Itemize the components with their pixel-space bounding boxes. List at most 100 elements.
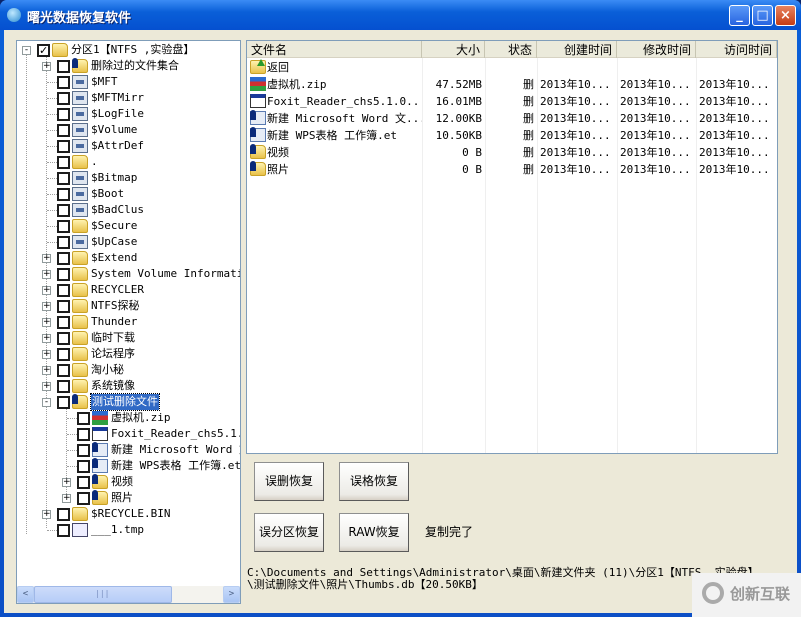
tree-item[interactable]: + NTFS探秘 bbox=[17, 298, 240, 314]
tree-item[interactable]: + 视频 bbox=[17, 474, 240, 490]
tree-checkbox[interactable] bbox=[77, 492, 90, 505]
tree-checkbox[interactable] bbox=[57, 76, 70, 89]
tree-item[interactable]: + 删除过的文件集合 bbox=[17, 58, 240, 74]
tree-checkbox[interactable] bbox=[57, 380, 70, 393]
expand-icon[interactable]: + bbox=[42, 510, 51, 519]
tree-horizontal-scrollbar[interactable]: < ||| > bbox=[17, 586, 240, 603]
tree-checkbox[interactable] bbox=[57, 108, 70, 121]
list-row[interactable]: Foxit_Reader_chs5.1.0.... 16.01MB 删 2013年10… bbox=[247, 93, 777, 110]
tree-checkbox[interactable] bbox=[57, 252, 70, 265]
undelete-recovery-button[interactable]: 误删恢复 bbox=[254, 462, 324, 501]
expand-icon[interactable]: + bbox=[42, 334, 51, 343]
tree-item[interactable]: - 测试删除文件 bbox=[17, 393, 240, 411]
expand-icon[interactable]: + bbox=[42, 366, 51, 375]
tree-checkbox[interactable] bbox=[57, 332, 70, 345]
tree-checkbox[interactable]: ✓ bbox=[37, 44, 50, 57]
tree-checkbox[interactable] bbox=[57, 316, 70, 329]
tree-checkbox[interactable] bbox=[57, 508, 70, 521]
column-header-accessed[interactable]: 访问时间 bbox=[696, 41, 777, 58]
expand-icon[interactable]: + bbox=[42, 318, 51, 327]
list-row[interactable]: 返回 bbox=[247, 59, 777, 76]
column-header-status[interactable]: 状态 bbox=[485, 41, 537, 58]
tree-item[interactable]: $UpCase bbox=[17, 234, 240, 250]
tree-item[interactable]: $Volume bbox=[17, 122, 240, 138]
tree-checkbox[interactable] bbox=[57, 348, 70, 361]
tree-item[interactable]: + 系统镜像 bbox=[17, 378, 240, 394]
tree-item[interactable]: + System Volume Information bbox=[17, 266, 240, 282]
tree-item[interactable]: + $Extend bbox=[17, 250, 240, 266]
file-list[interactable]: 文件名 大小 状态 创建时间 修改时间 访问时间 返回 虚拟机.zip 47.52MB 删 201… bbox=[246, 40, 778, 454]
scroll-thumb[interactable]: ||| bbox=[34, 586, 172, 603]
tree-checkbox[interactable] bbox=[57, 524, 70, 537]
list-row[interactable]: 照片 0 B 删 2013年10... 2013年10... 2013年10... bbox=[247, 161, 777, 178]
tree-checkbox[interactable] bbox=[57, 220, 70, 233]
expand-icon[interactable]: + bbox=[62, 478, 71, 487]
expand-icon[interactable]: + bbox=[42, 254, 51, 263]
collapse-icon[interactable]: - bbox=[22, 46, 31, 55]
column-header-name[interactable]: 文件名 bbox=[247, 41, 422, 58]
minimize-button[interactable]: _ bbox=[729, 5, 750, 26]
tree-checkbox[interactable] bbox=[57, 188, 70, 201]
expand-icon[interactable]: + bbox=[42, 270, 51, 279]
tree-item[interactable]: + 论坛程序 bbox=[17, 346, 240, 362]
tree-item[interactable]: $Boot bbox=[17, 186, 240, 202]
list-row[interactable]: 新建 WPS表格 工作簿.et 10.50KB 删 2013年10... 2013年10… bbox=[247, 127, 777, 144]
tree-checkbox[interactable] bbox=[77, 428, 90, 441]
tree-checkbox[interactable] bbox=[57, 140, 70, 153]
tree-item[interactable]: + Thunder bbox=[17, 314, 240, 330]
tree-checkbox[interactable] bbox=[57, 396, 70, 409]
column-header-modified[interactable]: 修改时间 bbox=[617, 41, 696, 58]
tree-item[interactable]: ___1.tmp bbox=[17, 522, 240, 538]
list-row[interactable]: 新建 Microsoft Word 文... 12.00KB 删 2013年10...… bbox=[247, 110, 777, 127]
tree-item[interactable]: + $RECYCLE.BIN bbox=[17, 506, 240, 522]
tree-item[interactable]: $BadClus bbox=[17, 202, 240, 218]
tree-item[interactable]: $MFTMirr bbox=[17, 90, 240, 106]
list-row[interactable]: 虚拟机.zip 47.52MB 删 2013年10... 2013年10... 2013年… bbox=[247, 76, 777, 93]
tree-item[interactable]: $Secure bbox=[17, 218, 240, 234]
tree-item[interactable]: . bbox=[17, 154, 240, 170]
tree-checkbox[interactable] bbox=[57, 236, 70, 249]
scroll-left-button[interactable]: < bbox=[17, 586, 34, 603]
tree-item[interactable]: $LogFile bbox=[17, 106, 240, 122]
tree-item[interactable]: + 照片 bbox=[17, 490, 240, 506]
tree-checkbox[interactable] bbox=[77, 460, 90, 473]
tree-checkbox[interactable] bbox=[57, 92, 70, 105]
tree-checkbox[interactable] bbox=[57, 204, 70, 217]
unformat-recovery-button[interactable]: 误格恢复 bbox=[339, 462, 409, 501]
tree-item[interactable]: + RECYCLER bbox=[17, 282, 240, 298]
tree-checkbox[interactable] bbox=[57, 284, 70, 297]
tree-item[interactable]: - ✓ 分区1【NTFS ,实验盘】 bbox=[17, 42, 240, 58]
tree-item[interactable]: Foxit_Reader_chs5.1.0. bbox=[17, 426, 240, 442]
tree-checkbox[interactable] bbox=[57, 268, 70, 281]
expand-icon[interactable]: + bbox=[42, 382, 51, 391]
expand-icon[interactable]: + bbox=[42, 62, 51, 71]
tree-checkbox[interactable] bbox=[57, 300, 70, 313]
tree-checkbox[interactable] bbox=[57, 172, 70, 185]
folder-tree[interactable]: < ||| > - ✓ 分区1【NTFS ,实验盘】 + 删除过的文件集合 $MFT $MF… bbox=[16, 40, 241, 604]
collapse-icon[interactable]: - bbox=[42, 398, 51, 407]
tree-checkbox[interactable] bbox=[77, 412, 90, 425]
partition-recovery-button[interactable]: 误分区恢复 bbox=[254, 513, 324, 552]
expand-icon[interactable]: + bbox=[42, 302, 51, 311]
expand-icon[interactable]: + bbox=[42, 286, 51, 295]
close-button[interactable]: × bbox=[775, 5, 796, 26]
raw-recovery-button[interactable]: RAW恢复 bbox=[339, 513, 409, 552]
tree-item[interactable]: $Bitmap bbox=[17, 170, 240, 186]
tree-item[interactable]: $AttrDef bbox=[17, 138, 240, 154]
column-header-size[interactable]: 大小 bbox=[422, 41, 485, 58]
tree-checkbox[interactable] bbox=[57, 124, 70, 137]
tree-item[interactable]: + 淘小秘 bbox=[17, 362, 240, 378]
expand-icon[interactable]: + bbox=[62, 494, 71, 503]
tree-checkbox[interactable] bbox=[77, 476, 90, 489]
tree-item[interactable]: $MFT bbox=[17, 74, 240, 90]
tree-item[interactable]: 虚拟机.zip bbox=[17, 410, 240, 426]
maximize-button[interactable]: □ bbox=[752, 5, 773, 26]
tree-item[interactable]: 新建 WPS表格 工作簿.et bbox=[17, 458, 240, 474]
column-header-created[interactable]: 创建时间 bbox=[537, 41, 617, 58]
list-row[interactable]: 视频 0 B 删 2013年10... 2013年10... 2013年10... bbox=[247, 144, 777, 161]
expand-icon[interactable]: + bbox=[42, 350, 51, 359]
tree-checkbox[interactable] bbox=[77, 444, 90, 457]
tree-item[interactable]: 新建 Microsoft Word 文 bbox=[17, 442, 240, 458]
scroll-right-button[interactable]: > bbox=[223, 586, 240, 603]
tree-checkbox[interactable] bbox=[57, 364, 70, 377]
